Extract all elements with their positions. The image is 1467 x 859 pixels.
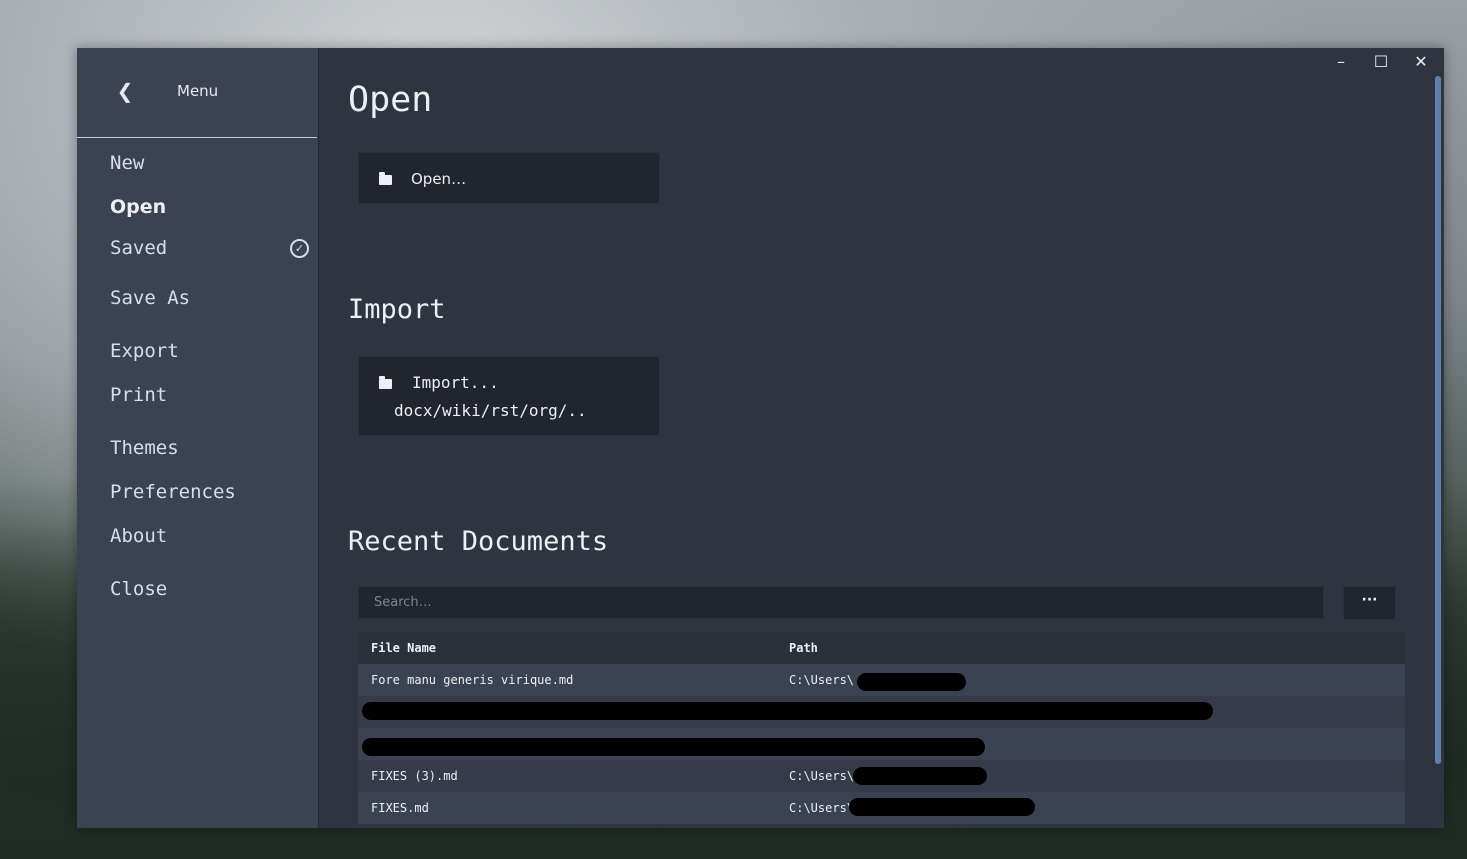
app-window: ❮ Menu New Open Saved ✓ Save As Export P… [77,48,1444,828]
import-button-label: Import... [412,373,499,392]
menu-title: Menu [177,82,219,100]
open-button-label: Open… [411,170,467,188]
redaction-mark [857,673,966,691]
open-heading: Open [348,80,433,120]
recent-documents-table: File Name Path Fore manu generis virique… [358,632,1405,824]
redaction-mark [362,702,1213,720]
recent-documents-heading: Recent Documents [348,526,609,557]
check-circle-icon: ✓ [290,239,309,258]
table-row[interactable]: FIXES (3).md C:\Users\ [358,760,1405,792]
sidebar-item-open[interactable]: Open [110,196,166,218]
redaction-mark [362,738,985,756]
redaction-mark [849,798,1035,816]
redaction-mark [853,767,987,785]
path-cell: C:\Users\ [789,769,855,783]
import-heading: Import [348,294,446,325]
path-cell: C:\Users\ [789,801,855,815]
column-header-path[interactable]: Path [789,641,818,655]
search-input[interactable] [358,586,1324,619]
table-header-row: File Name Path [358,632,1405,664]
folder-icon [379,172,392,185]
vertical-scrollbar[interactable] [1435,76,1441,764]
sidebar-item-preferences[interactable]: Preferences [110,481,236,503]
sidebar-item-saved[interactable]: Saved [110,237,167,259]
import-button-formats: docx/wiki/rst/org/.. [394,401,587,420]
table-row[interactable]: Fore manu generis virique.md C:\Users\ [358,664,1405,696]
main-content: Open Open… Import Import... docx/wiki/rs… [318,48,1444,828]
sidebar-item-save-as[interactable]: Save As [110,287,190,309]
sidebar-item-themes[interactable]: Themes [110,437,179,459]
import-button[interactable]: Import... docx/wiki/rst/org/.. [358,356,660,436]
sidebar-item-print[interactable]: Print [110,384,167,406]
table-row[interactable] [358,696,1405,728]
sidebar-item-export[interactable]: Export [110,340,179,362]
sidebar-item-close[interactable]: Close [110,578,167,600]
table-row[interactable] [358,728,1405,760]
sidebar-item-about[interactable]: About [110,525,167,547]
file-name-cell: FIXES (3).md [371,769,458,783]
sidebar-header: ❮ Menu [77,48,317,138]
sidebar: ❮ Menu New Open Saved ✓ Save As Export P… [77,48,319,828]
column-header-file-name[interactable]: File Name [371,641,436,655]
file-name-cell: FIXES.md [371,801,429,815]
table-row[interactable]: FIXES.md C:\Users\ [358,792,1405,824]
back-chevron-icon[interactable]: ❮ [115,78,135,104]
open-button[interactable]: Open… [358,152,660,204]
folder-icon [379,376,392,389]
path-cell: C:\Users\ [789,673,855,687]
file-name-cell: Fore manu generis virique.md [371,673,574,687]
sidebar-item-new[interactable]: New [110,152,144,174]
more-options-button[interactable]: ··· [1343,586,1396,620]
